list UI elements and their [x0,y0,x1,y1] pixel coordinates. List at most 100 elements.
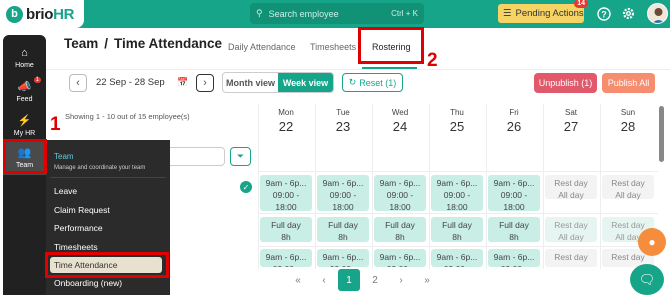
day-header-sun: Sun 28 [620,108,636,134]
sidebar-item-feed[interactable]: 📣 Feed 1 [3,75,46,109]
menu-subtitle: Manage and coordinate your team [54,165,146,171]
sidebar-item-home[interactable]: ⌂ Home [3,41,46,75]
page-1-button[interactable]: 1 [338,269,360,291]
unpublish-button[interactable]: Unpublish (1) [534,73,597,93]
home-icon: ⌂ [21,46,28,59]
shift-cell[interactable]: 9am - 6p...09:00 - [317,249,369,267]
rest-day-cell[interactable]: Rest day All day [545,175,597,200]
search-placeholder: Search employee [268,8,339,19]
grid-line [258,171,658,172]
shift-cell[interactable]: 9am - 6p...09:00 - [431,249,483,267]
breadcrumb-team[interactable]: Team [64,36,98,51]
refresh-icon: ↻ [348,77,357,87]
rest-day-cell[interactable]: Rest day All day [602,175,654,200]
month-view-button[interactable]: Month view [223,73,278,92]
shift-cell[interactable]: 9am - 6p... 09:00 -18:00 [260,175,312,212]
highlight-time-attendance [45,252,169,278]
date-range: 22 Sep - 28 Sep [96,77,165,88]
list-icon: ☰ [503,8,512,19]
grid-line [258,213,658,214]
pending-actions-label: Pending Actions [515,8,584,19]
profile-fab-button[interactable]: ● [638,228,666,256]
filter-icon: ⏷ [236,151,245,161]
shift-cell[interactable]: 9am - 6p...09:00 - [488,249,540,267]
next-week-button[interactable]: › [196,74,214,92]
scrollbar[interactable] [659,106,664,162]
page-2-button[interactable]: 2 [364,269,386,291]
svg-text:?: ? [601,9,607,19]
full-day-cell[interactable]: Full day 8h [317,217,369,242]
rest-day-cell[interactable]: Rest day [545,249,597,267]
grid-line [258,246,658,247]
next-page-button[interactable]: › [390,269,412,291]
sidebar-item-my-hr[interactable]: ⚡ My HR [3,109,46,143]
page-title: Time Attendance [114,36,223,51]
full-day-cell[interactable]: Full day 8h [260,217,312,242]
calendar-icon[interactable]: 📅 [177,77,188,88]
chevron-left-icon: ‹ [322,274,326,286]
tab-daily-attendance[interactable]: Daily Attendance [228,42,296,52]
full-day-cell[interactable]: Full day 8h [431,217,483,242]
employee-filter-input[interactable] [170,147,225,166]
help-icon[interactable]: ? [596,6,611,21]
filter-button[interactable]: ⏷ [230,147,251,166]
shift-cell[interactable]: 9am - 6p... 09:00 -18:00 [488,175,540,212]
highlight-rostering-tab [358,27,424,64]
employee-count: Showing 1 - 10 out of 15 employee(s) [65,112,190,121]
search-icon: ⚲ [256,8,263,18]
full-day-cell[interactable]: Full day 8h [488,217,540,242]
pending-actions-button[interactable]: ☰ Pending Actions 14 [498,0,588,23]
checkmark-icon: ✓ [240,181,252,193]
double-chevron-left-icon: « [295,274,301,286]
menu-item-leave[interactable]: Leave [54,186,77,196]
menu-divider [50,177,166,178]
megaphone-icon: 📣 [17,80,32,93]
menu-item-claim-request[interactable]: Claim Request [54,205,110,215]
publish-all-button[interactable]: Publish All [602,73,655,93]
day-header-mon: Mon 22 [278,108,294,134]
menu-item-onboarding[interactable]: Onboarding (new) [54,278,122,288]
chevron-left-icon: ‹ [76,77,80,89]
settings-gear-icon[interactable] [621,6,636,21]
shift-cell[interactable]: 9am - 6p...09:00 - [374,249,426,267]
menu-title: Team [54,152,74,161]
first-page-button[interactable]: « [287,269,309,291]
chat-button[interactable]: 🗨 [630,264,664,295]
shift-cell[interactable]: 9am - 6p... 09:00 -18:00 [374,175,426,212]
bolt-icon: ⚡ [17,114,32,127]
day-header-wed: Wed 24 [391,108,409,134]
menu-item-performance[interactable]: Performance [54,223,103,233]
shift-cell[interactable]: 9am - 6p... 09:00 -18:00 [431,175,483,212]
brio-hr-logo[interactable]: b brioHR [0,0,84,28]
day-header-thu: Thu 25 [449,108,465,134]
highlight-team [3,139,47,174]
last-page-button[interactable]: » [416,269,438,291]
brio-logo-icon: b [6,5,23,23]
shift-cell[interactable]: 9am - 6p... 09:00 -18:00 [317,175,369,212]
search-shortcut: Ctrl + K [391,9,418,18]
double-chevron-right-icon: » [424,274,430,286]
previous-week-button[interactable]: ‹ [69,74,87,92]
step-1-label: 1 [50,114,61,135]
week-view-button[interactable]: Week view [278,73,333,92]
search-employee-input[interactable]: ⚲ Search employee Ctrl + K [250,3,424,24]
pending-count-badge: 14 [574,0,588,8]
step-2-label: 2 [427,50,438,71]
full-day-cell[interactable]: Full day 8h [374,217,426,242]
previous-page-button[interactable]: ‹ [313,269,335,291]
reset-button[interactable]: ↻ Reset (1) [342,73,403,92]
day-header-sat: Sat 27 [563,108,579,134]
day-header-fri: Fri 26 [506,108,522,134]
chat-icon: 🗨 [638,271,656,287]
rest-day-cell[interactable]: Rest day All day [545,217,597,242]
day-header-tue: Tue 23 [335,108,351,134]
view-toggle: Month view Week view [222,72,334,93]
breadcrumb: Team / Time Attendance [64,36,223,51]
header-divider [46,69,670,70]
menu-item-timesheets[interactable]: Timesheets [54,242,98,252]
tab-timesheets[interactable]: Timesheets [310,42,356,52]
person-icon: ● [648,235,656,249]
shift-cell[interactable]: 9am - 6p...09:00 - [260,249,312,267]
chevron-right-icon: › [203,77,207,89]
user-avatar[interactable] [647,3,668,24]
